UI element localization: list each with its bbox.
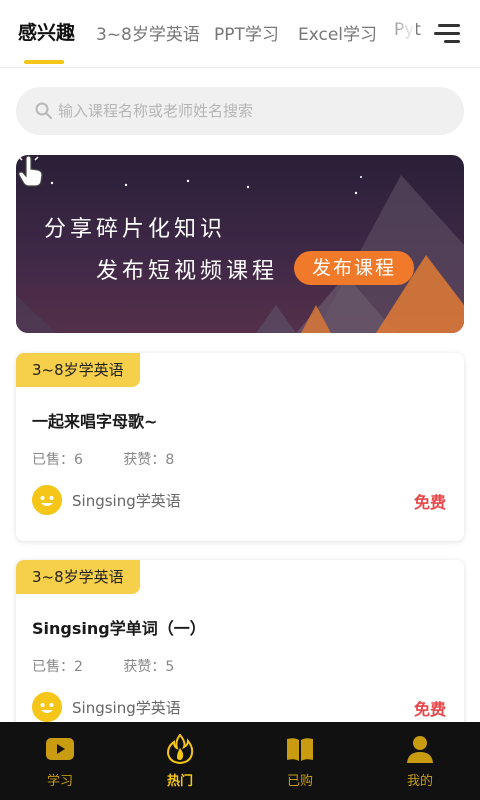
- nav-purchased-label: 已购: [286, 774, 313, 789]
- tab-fade: [386, 0, 416, 66]
- nav-hot-label: 热门: [166, 774, 193, 789]
- course-title: Singsing学单词（一）: [32, 619, 206, 638]
- search-bar[interactable]: [16, 87, 464, 135]
- author-name: Singsing学英语: [72, 699, 181, 717]
- nav-hot[interactable]: 热门: [120, 722, 240, 800]
- price-label: 免费: [413, 700, 446, 719]
- nav-mine-label: 我的: [406, 774, 433, 789]
- category-menu-icon[interactable]: [434, 24, 460, 44]
- book-icon: [287, 738, 313, 761]
- publish-course-button[interactable]: 发布课程: [294, 251, 414, 285]
- banner-subheadline: 发布短视频课程: [96, 259, 279, 284]
- tab-interested[interactable]: 感兴趣: [18, 18, 75, 45]
- nav-purchased[interactable]: 已购: [240, 722, 360, 800]
- category-tabbar: 感兴趣 3~8岁学英语 PPT学习 Excel学习 Pyt: [0, 0, 480, 68]
- price-label: 免费: [413, 493, 446, 512]
- course-category-tag: 3~8岁学英语: [16, 353, 140, 387]
- pointer-hand-icon: [18, 155, 43, 187]
- likes-count: 获赞：8: [123, 452, 175, 468]
- avatar: [32, 692, 62, 722]
- course-title: 一起来唱字母歌~: [32, 412, 158, 431]
- course-stats: 已售：2 获赞：5: [32, 656, 210, 676]
- course-card[interactable]: 3~8岁学英语 一起来唱字母歌~ 已售：6 获赞：8 Singsing学英语 免…: [16, 353, 464, 541]
- course-card[interactable]: 3~8岁学英语 Singsing学单词（一） 已售：2 获赞：5 Singsin…: [16, 560, 464, 748]
- author-name: Singsing学英语: [72, 492, 181, 510]
- mountain-illustration: [16, 175, 464, 333]
- tab-ppt[interactable]: PPT学习: [214, 20, 279, 45]
- avatar: [32, 485, 62, 515]
- tab-english-kids[interactable]: 3~8岁学英语: [96, 20, 200, 45]
- course-category-tag: 3~8岁学英语: [16, 560, 140, 594]
- banner-headline: 分享碎片化知识: [44, 217, 227, 242]
- active-tab-indicator: [24, 60, 64, 64]
- user-icon: [407, 736, 433, 763]
- nav-study-label: 学习: [46, 774, 73, 789]
- course-stats: 已售：6 获赞：8: [32, 449, 210, 469]
- nav-mine[interactable]: 我的: [360, 722, 480, 800]
- nav-study[interactable]: 学习: [0, 722, 120, 800]
- tab-excel[interactable]: Excel学习: [298, 20, 377, 45]
- sold-count: 已售：6: [32, 452, 83, 468]
- sold-count: 已售：2: [32, 659, 83, 675]
- play-icon: [46, 738, 74, 760]
- search-input[interactable]: [58, 87, 448, 135]
- promo-banner[interactable]: 分享碎片化知识 发布短视频课程 发布课程: [16, 155, 464, 333]
- likes-count: 获赞：5: [123, 659, 175, 675]
- flame-icon: [166, 734, 194, 764]
- search-icon: [35, 102, 52, 119]
- bottom-navigation: 学习 热门 已购 我的: [0, 722, 480, 800]
